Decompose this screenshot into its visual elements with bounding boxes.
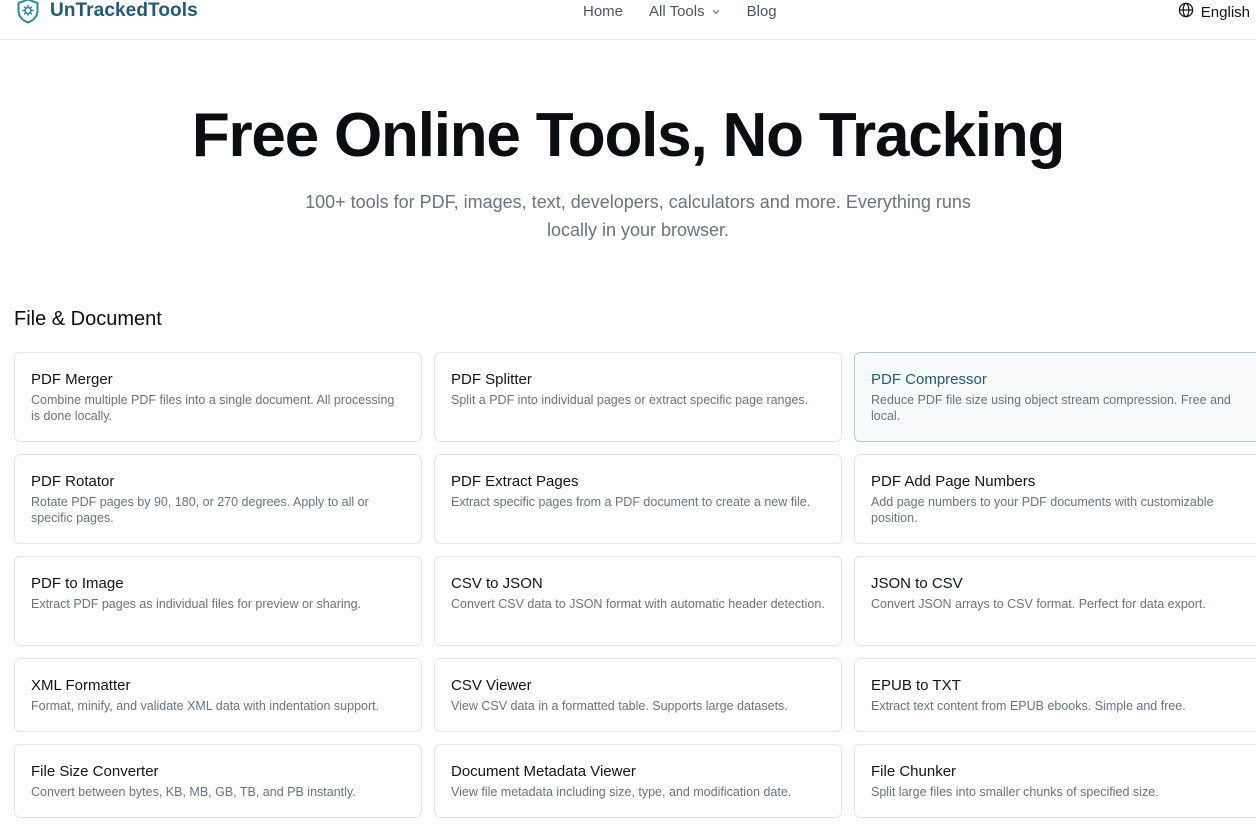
card-description: Convert CSV data to JSON format with aut… (451, 597, 825, 611)
card-row: PDF Merger Combine multiple PDF files in… (14, 352, 1256, 442)
nav-all-tools-dropdown[interactable]: All Tools (649, 3, 721, 20)
nav-blog-label: Blog (746, 3, 777, 20)
nav-all-tools-label: All Tools (649, 3, 705, 20)
card-title: PDF Rotator (31, 473, 115, 490)
card-title: File Chunker (871, 763, 957, 780)
section-title: File & Document (14, 308, 162, 330)
nav-home-label: Home (583, 3, 624, 20)
card-title: EPUB to TXT (871, 677, 961, 694)
tool-card-pdf-extract-pages[interactable]: PDF Extract Pages Extract specific pages… (434, 454, 842, 544)
card-row: XML Formatter Format, minify, and valida… (14, 658, 1256, 732)
tool-card-pdf-merger[interactable]: PDF Merger Combine multiple PDF files in… (14, 352, 422, 442)
tool-card-document-metadata-viewer[interactable]: Document Metadata Viewer View file metad… (434, 744, 842, 818)
tool-card-epub-to-txt[interactable]: EPUB to TXT Extract text content from EP… (854, 658, 1256, 732)
card-title: XML Formatter (31, 677, 131, 694)
card-description: Add page numbers to your PDF documents w… (871, 495, 1214, 525)
brand-name: UnTrackedTools (50, 0, 198, 21)
site-header: UnTrackedTools Home All Tools Blog Engli… (0, 0, 1256, 40)
tool-card-pdf-rotator[interactable]: PDF Rotator Rotate PDF pages by 90, 180,… (14, 454, 422, 544)
card-description: Extract text content from EPUB ebooks. S… (871, 699, 1186, 713)
card-row: PDF to Image Extract PDF pages as indivi… (14, 556, 1256, 646)
globe-icon (1178, 2, 1194, 22)
card-description: Format, minify, and validate XML data wi… (31, 699, 380, 713)
tool-card-csv-to-json[interactable]: CSV to JSON Convert CSV data to JSON for… (434, 556, 842, 646)
card-title: PDF Splitter (451, 371, 532, 388)
tool-card-pdf-add-page-numbers[interactable]: PDF Add Page Numbers Add page numbers to… (854, 454, 1256, 544)
card-title: PDF Add Page Numbers (871, 473, 1036, 490)
card-title: JSON to CSV (871, 575, 963, 592)
card-title: PDF Merger (31, 371, 113, 388)
card-title: PDF Extract Pages (451, 473, 579, 490)
chevron-down-icon (711, 7, 721, 17)
tool-card-grid: PDF Merger Combine multiple PDF files in… (14, 352, 1256, 830)
card-description: Convert between bytes, KB, MB, GB, TB, a… (31, 785, 356, 799)
hero-subtitle: 100+ tools for PDF, images, text, develo… (305, 192, 971, 240)
card-description: View file metadata including size, type,… (451, 785, 792, 799)
tool-card-pdf-to-image[interactable]: PDF to Image Extract PDF pages as indivi… (14, 556, 422, 646)
nav-blog[interactable]: Blog (747, 3, 777, 20)
tool-card-json-to-csv[interactable]: JSON to CSV Convert JSON arrays to CSV f… (854, 556, 1256, 646)
card-title: PDF Compressor (871, 371, 987, 388)
card-description: Convert JSON arrays to CSV format. Perfe… (871, 597, 1206, 611)
tool-card-file-chunker[interactable]: File Chunker Split large files into smal… (854, 744, 1256, 818)
card-description: Split a PDF into individual pages or ext… (451, 393, 809, 407)
card-description: Extract PDF pages as individual files fo… (31, 597, 362, 611)
language-label: English (1200, 3, 1250, 21)
card-title: CSV Viewer (451, 677, 532, 694)
tool-card-pdf-compressor[interactable]: PDF Compressor Reduce PDF file size usin… (854, 352, 1256, 442)
card-description: Split large files into smaller chunks of… (871, 785, 1159, 799)
shield-logo-icon (16, 0, 40, 24)
card-title: CSV to JSON (451, 575, 543, 592)
main-nav: Home All Tools Blog (583, 3, 777, 20)
card-description: Combine multiple PDF files into a single… (31, 393, 395, 423)
tool-card-xml-formatter[interactable]: XML Formatter Format, minify, and valida… (14, 658, 422, 732)
card-description: Reduce PDF file size using object stream… (871, 393, 1231, 423)
tool-card-csv-viewer[interactable]: CSV Viewer View CSV data in a formatted … (434, 658, 842, 732)
card-title: File Size Converter (31, 763, 159, 780)
tool-card-pdf-splitter[interactable]: PDF Splitter Split a PDF into individual… (434, 352, 842, 442)
card-description: View CSV data in a formatted table. Supp… (451, 699, 788, 713)
card-description: Rotate PDF pages by 90, 180, or 270 degr… (31, 495, 369, 525)
card-title: PDF to Image (31, 575, 124, 592)
card-row: File Size Converter Convert between byte… (14, 744, 1256, 818)
nav-home[interactable]: Home (583, 3, 623, 20)
hero-title: Free Online Tools, No Tracking (191, 101, 1066, 170)
card-description: Extract specific pages from a PDF docume… (451, 495, 811, 509)
brand-logo-link[interactable]: UnTrackedTools (16, 0, 198, 25)
language-selector[interactable]: English (1178, 2, 1250, 22)
tool-card-file-size-converter[interactable]: File Size Converter Convert between byte… (14, 744, 422, 818)
card-row: PDF Rotator Rotate PDF pages by 90, 180,… (14, 454, 1256, 544)
card-title: Document Metadata Viewer (451, 763, 636, 780)
